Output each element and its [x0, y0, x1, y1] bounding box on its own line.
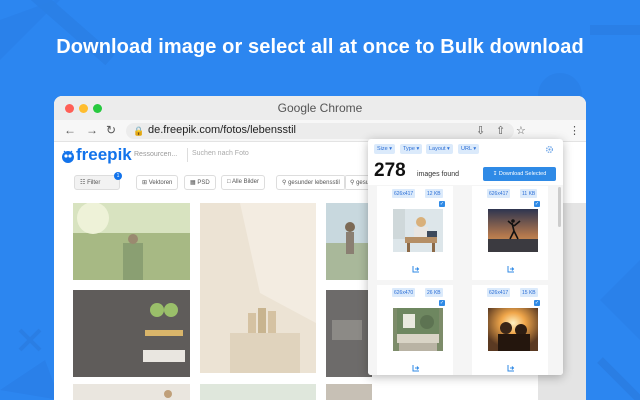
- freepik-logo[interactable]: freepik: [76, 145, 132, 165]
- image-thumbnail[interactable]: [393, 308, 443, 351]
- url-filter-label: URL: [461, 146, 472, 152]
- select-checkbox[interactable]: ✓: [534, 201, 540, 207]
- psd-label: PSD: [197, 180, 210, 186]
- download-icon: ↧: [492, 171, 498, 177]
- install-icon[interactable]: ⇩: [476, 124, 485, 137]
- vectors-chip[interactable]: ⊞ Vektoren: [136, 175, 179, 190]
- image-dimensions: 626x417: [487, 288, 511, 297]
- gear-icon[interactable]: [545, 145, 554, 154]
- image-filesize: 26 KB: [425, 288, 443, 297]
- filter-count-badge: 1: [114, 172, 122, 180]
- image-card[interactable]: 626x417 11 KB ✓: [472, 186, 548, 280]
- image-count: 278: [374, 160, 406, 181]
- psd-chip[interactable]: ▦ PSD: [184, 175, 216, 190]
- size-filter-label: Size: [377, 146, 388, 152]
- photo-thumbnail[interactable]: [326, 203, 372, 280]
- all-images-label: Alle Bilder: [231, 179, 259, 185]
- bulk-download-popup: Size ▾ Type ▾ Layout ▾ URL ▾ 278 images …: [368, 139, 563, 375]
- menu-icon[interactable]: ⋮: [569, 124, 580, 137]
- psd-icon: ▦: [190, 180, 196, 186]
- image-dimensions: 626x470: [392, 288, 416, 297]
- image-filesize: 11 KB: [520, 189, 538, 198]
- image-card[interactable]: 626x417 15 KB ✓: [472, 285, 548, 375]
- photo-thumbnail[interactable]: [73, 384, 190, 400]
- layout-filter-select[interactable]: Layout ▾: [426, 144, 453, 154]
- image-card[interactable]: 626x417 12 KB ✓: [377, 186, 453, 280]
- reload-icon[interactable]: ↻: [106, 123, 116, 137]
- lock-icon[interactable]: 🔒: [133, 126, 144, 137]
- image-dimensions: 626x417: [487, 189, 511, 198]
- photo-thumbnail[interactable]: [200, 203, 316, 373]
- type-filter-select[interactable]: Type ▾: [400, 144, 423, 154]
- suggestion-label: gesunder lebensstil: [288, 180, 340, 186]
- photo-thumbnail[interactable]: [73, 203, 190, 280]
- search-input[interactable]: Suchen nach Foto: [192, 150, 249, 157]
- image-thumbnail[interactable]: [488, 209, 538, 252]
- size-filter-select[interactable]: Size ▾: [374, 144, 395, 154]
- select-checkbox[interactable]: ✓: [534, 300, 540, 306]
- title-bar: Google Chrome: [54, 96, 586, 120]
- filter-label: Filter: [87, 180, 101, 186]
- chevron-down-icon: ▾: [389, 146, 392, 152]
- back-arrow-icon[interactable]: ←: [64, 123, 76, 137]
- chevron-down-icon: ▾: [473, 146, 477, 152]
- download-selected-button[interactable]: ↧ Download Selected: [483, 167, 556, 181]
- filter-button[interactable]: ☷ Filter 1: [74, 172, 122, 190]
- all-images-chip[interactable]: □ Alle Bilder: [221, 175, 265, 190]
- layout-filter-label: Layout: [429, 146, 446, 152]
- photo-thumbnail[interactable]: [73, 290, 190, 377]
- search-icon: ⚲: [282, 180, 287, 186]
- image-icon: □: [227, 179, 231, 185]
- image-results-list[interactable]: 626x417 12 KB ✓ 626x417 11 KB ✓ 626x470 …: [368, 185, 563, 375]
- download-icon[interactable]: [507, 265, 515, 273]
- photo-thumbnail[interactable]: [326, 384, 372, 400]
- select-checkbox[interactable]: ✓: [439, 300, 445, 306]
- download-selected-label: Download Selected: [498, 171, 547, 177]
- type-filter-label: Type: [403, 146, 415, 152]
- forward-arrow-icon[interactable]: →: [86, 123, 98, 137]
- photo-thumbnail[interactable]: [200, 384, 316, 400]
- resources-dropdown[interactable]: Ressourcen...: [130, 148, 188, 162]
- image-filesize: 12 KB: [425, 189, 443, 198]
- popup-scrollbar[interactable]: [558, 187, 561, 227]
- bookmark-star-icon[interactable]: ☆: [516, 124, 526, 137]
- photo-thumbnail[interactable]: [326, 290, 372, 377]
- suggestion-chip[interactable]: ⚲ gesunder lebensstil: [276, 175, 346, 190]
- freepik-logo-icon[interactable]: [60, 148, 76, 164]
- chevron-down-icon: ▾: [416, 146, 420, 152]
- headline: Download image or select all at once to …: [56, 36, 584, 58]
- image-card[interactable]: 626x470 26 KB ✓: [377, 285, 453, 375]
- download-icon[interactable]: [412, 265, 420, 273]
- image-thumbnail[interactable]: [488, 308, 538, 351]
- url-filter-select[interactable]: URL ▾: [458, 144, 480, 154]
- filter-icon: ☷: [80, 180, 86, 186]
- window-title: Google Chrome: [277, 101, 363, 115]
- url-text: de.freepik.com/fotos/lebensstil: [148, 124, 296, 136]
- image-thumbnail[interactable]: [393, 209, 443, 252]
- search-icon: ⚲: [350, 180, 355, 186]
- image-dimensions: 626x417: [392, 189, 416, 198]
- address-bar[interactable]: 🔒 de.freepik.com/fotos/lebensstil: [126, 123, 514, 139]
- download-icon[interactable]: [507, 364, 515, 372]
- share-icon[interactable]: ⇧: [496, 124, 505, 137]
- images-found-label: images found: [417, 171, 460, 178]
- vectors-icon: ⊞: [142, 180, 148, 186]
- chevron-down-icon: ▾: [447, 146, 450, 152]
- image-filesize: 15 KB: [520, 288, 538, 297]
- select-checkbox[interactable]: ✓: [439, 201, 445, 207]
- vectors-label: Vektoren: [148, 180, 173, 186]
- download-icon[interactable]: [412, 364, 420, 372]
